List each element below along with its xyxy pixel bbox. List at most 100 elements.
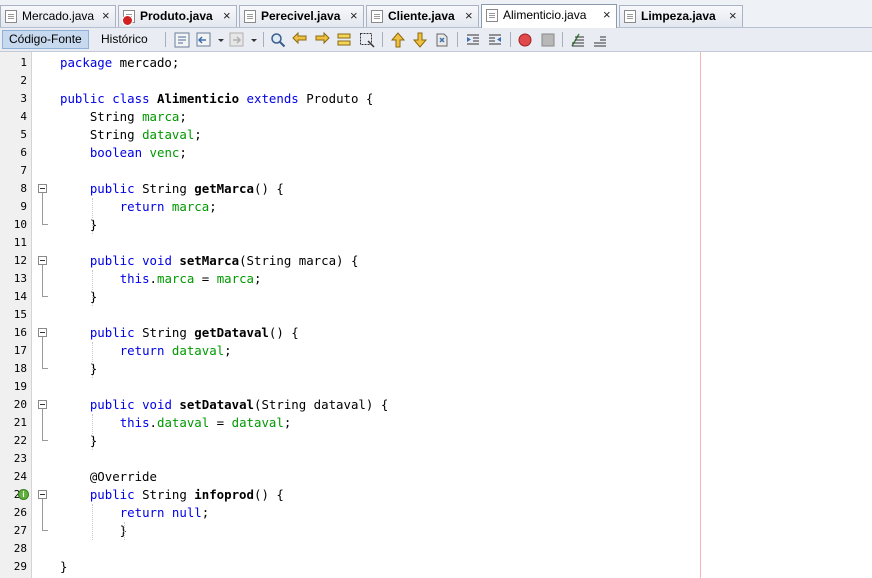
code-line[interactable]: package mercado; bbox=[60, 54, 179, 72]
code-line[interactable]: this.dataval = dataval; bbox=[60, 414, 292, 432]
line-number: 27 bbox=[13, 524, 27, 537]
fold-collapse-icon[interactable] bbox=[38, 256, 47, 265]
fold-guide bbox=[42, 193, 43, 225]
toolbar-separator bbox=[562, 32, 563, 47]
line-number: 26 bbox=[13, 506, 27, 519]
tab-label: Limpeza.java bbox=[641, 9, 716, 23]
toggle-bookmark-icon[interactable] bbox=[434, 32, 450, 48]
line-number: 1 bbox=[20, 56, 27, 69]
tab-limpeza[interactable]: Limpeza.java × bbox=[619, 5, 743, 27]
fold-end bbox=[42, 368, 48, 369]
tab-cliente[interactable]: Cliente.java × bbox=[366, 5, 479, 27]
line-number: 29 bbox=[13, 560, 27, 573]
tab-close-icon[interactable]: × bbox=[465, 6, 473, 26]
line-number: 23 bbox=[13, 452, 27, 465]
tab-alimenticio[interactable]: Alimenticio.java × bbox=[481, 4, 617, 28]
fold-end bbox=[42, 224, 48, 225]
line-number: 11 bbox=[13, 236, 27, 249]
code-line[interactable]: public String getMarca() { bbox=[60, 180, 284, 198]
source-view-button[interactable]: Código-Fonte bbox=[2, 30, 89, 49]
fold-collapse-icon[interactable] bbox=[38, 400, 47, 409]
forward-icon[interactable] bbox=[229, 32, 245, 48]
find-previous-icon[interactable] bbox=[292, 32, 308, 48]
tab-close-icon[interactable]: × bbox=[729, 6, 737, 26]
code-line[interactable]: @Override bbox=[60, 468, 157, 486]
line-number: 10 bbox=[13, 218, 27, 231]
fold-guide bbox=[42, 337, 43, 369]
back-icon[interactable] bbox=[196, 32, 212, 48]
code-line[interactable]: } bbox=[60, 522, 127, 540]
line-number: 22 bbox=[13, 434, 27, 447]
tab-produto[interactable]: Produto.java × bbox=[118, 5, 237, 27]
indent-guide bbox=[92, 342, 93, 378]
stop-macro-recording-icon[interactable] bbox=[540, 32, 556, 48]
code-line[interactable]: String marca; bbox=[60, 108, 187, 126]
fold-end bbox=[42, 296, 48, 297]
indent-guide bbox=[124, 522, 125, 540]
fold-guide bbox=[42, 499, 43, 531]
editor-toolbar: Código-Fonte Histórico bbox=[0, 28, 872, 52]
line-number: 15 bbox=[13, 308, 27, 321]
fold-collapse-icon[interactable] bbox=[38, 184, 47, 193]
line-number: 24 bbox=[13, 470, 27, 483]
tab-close-icon[interactable]: × bbox=[603, 5, 611, 25]
code-line[interactable]: public class Alimenticio extends Produto… bbox=[60, 90, 373, 108]
line-number: 8 bbox=[20, 182, 27, 195]
line-number: 14 bbox=[13, 290, 27, 303]
tab-mercado[interactable]: Mercado.java × bbox=[0, 5, 116, 27]
code-line[interactable]: public String getDataval() { bbox=[60, 324, 299, 342]
find-icon[interactable] bbox=[270, 32, 286, 48]
line-number: 13 bbox=[13, 272, 27, 285]
code-line[interactable]: public void setMarca(String marca) { bbox=[60, 252, 359, 270]
code-line[interactable]: } bbox=[60, 558, 67, 576]
comment-icon[interactable] bbox=[570, 32, 586, 48]
forward-dropdown-icon[interactable] bbox=[249, 32, 259, 48]
back-dropdown-icon[interactable] bbox=[216, 32, 226, 48]
right-margin-line bbox=[700, 52, 701, 578]
code-line[interactable]: return null; bbox=[60, 504, 210, 522]
toggle-highlight-icon[interactable] bbox=[336, 32, 352, 48]
tab-label: Mercado.java bbox=[22, 9, 95, 23]
line-number: 17 bbox=[13, 344, 27, 357]
line-number: 6 bbox=[20, 146, 27, 159]
line-number: 2 bbox=[20, 74, 27, 87]
code-line[interactable]: this.marca = marca; bbox=[60, 270, 262, 288]
tab-close-icon[interactable]: × bbox=[350, 6, 358, 26]
start-macro-recording-icon[interactable] bbox=[517, 32, 533, 48]
code-line[interactable]: boolean venc; bbox=[60, 144, 187, 162]
shift-right-icon[interactable] bbox=[487, 32, 503, 48]
shift-left-icon[interactable] bbox=[465, 32, 481, 48]
history-view-button[interactable]: Histórico bbox=[95, 30, 154, 49]
toolbar-separator bbox=[165, 32, 166, 47]
line-number: 3 bbox=[20, 92, 27, 105]
rectangular-selection-icon[interactable] bbox=[359, 32, 375, 48]
line-number: 18 bbox=[13, 362, 27, 375]
next-bookmark-icon[interactable] bbox=[412, 32, 428, 48]
toolbar-separator bbox=[263, 32, 264, 47]
java-file-icon bbox=[5, 10, 17, 23]
java-file-icon bbox=[486, 9, 498, 22]
indent-guide bbox=[92, 414, 93, 450]
code-line[interactable]: return dataval; bbox=[60, 342, 232, 360]
line-number: 4 bbox=[20, 110, 27, 123]
code-line[interactable]: return marca; bbox=[60, 198, 217, 216]
code-line[interactable]: public String infoprod() { bbox=[60, 486, 284, 504]
previous-bookmark-icon[interactable] bbox=[390, 32, 406, 48]
override-annotation-icon[interactable]: i bbox=[18, 489, 29, 500]
tab-label: Alimenticio.java bbox=[503, 8, 587, 22]
toolbar-separator bbox=[382, 32, 383, 47]
indent-guide bbox=[92, 198, 93, 234]
fold-collapse-icon[interactable] bbox=[38, 328, 47, 337]
uncomment-icon[interactable] bbox=[592, 32, 608, 48]
tab-label: Produto.java bbox=[140, 9, 213, 23]
code-line[interactable]: public void setDataval(String dataval) { bbox=[60, 396, 388, 414]
code-line[interactable]: String dataval; bbox=[60, 126, 202, 144]
tab-close-icon[interactable]: × bbox=[223, 6, 231, 26]
last-edit-icon[interactable] bbox=[174, 32, 190, 48]
find-next-icon[interactable] bbox=[314, 32, 330, 48]
line-number: 28 bbox=[13, 542, 27, 555]
fold-collapse-icon[interactable] bbox=[38, 490, 47, 499]
tab-perecivel[interactable]: Perecivel.java × bbox=[239, 5, 364, 27]
tab-label: Cliente.java bbox=[388, 9, 455, 23]
tab-close-icon[interactable]: × bbox=[102, 6, 110, 26]
